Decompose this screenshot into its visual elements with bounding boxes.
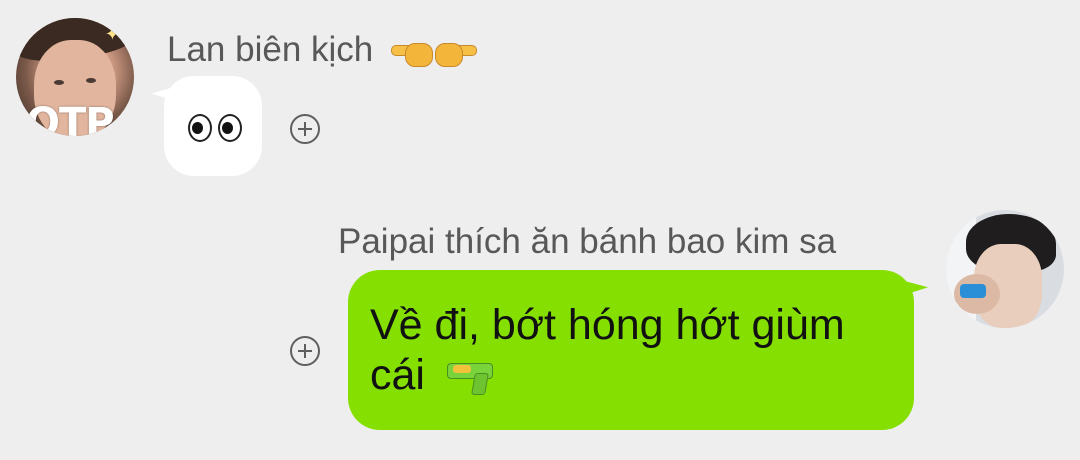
avatar-overlay-text: OTP [26,100,115,136]
point-left-icon [391,37,433,67]
avatar-lan[interactable]: ✦ OTP [16,18,134,136]
water-pistol-icon [445,361,493,395]
sender-name-paipai: Paipai thích ăn bánh bao kim sa [338,222,837,261]
message-text-line-1: Về đi, bớt hóng hớt giùm [370,301,845,349]
message-text: Về đi, bớt hóng hớt giùm cái [370,300,900,400]
avatar-eye [86,78,96,83]
sender-name-text: Lan biên kịch [167,30,374,69]
add-reaction-button[interactable] [290,114,320,144]
message-bubble-outgoing[interactable]: Về đi, bớt hóng hớt giùm cái [348,270,914,430]
add-reaction-button[interactable] [290,336,320,366]
avatar-paipai[interactable] [946,210,1064,328]
sender-name-lan: Lan biên kịch [167,30,477,70]
point-right-icon [435,37,477,67]
avatar-eye [54,80,64,85]
pointing-hands-icon [391,37,477,67]
eyes-emoji-icon [188,114,242,142]
sparkle-icon: ✦ [104,24,120,45]
message-text-line-2: cái [370,351,425,399]
avatar-bottle [960,284,986,298]
message-bubble-incoming[interactable] [164,76,262,176]
